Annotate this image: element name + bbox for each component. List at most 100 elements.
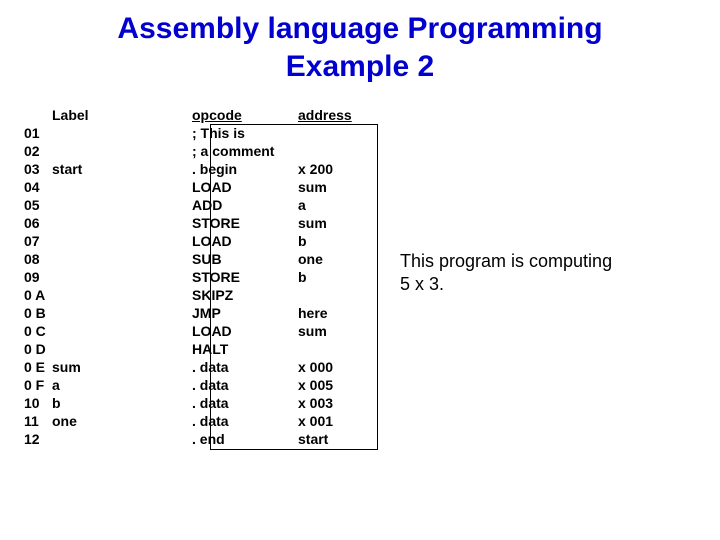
cell-opcode: LOAD (192, 232, 298, 250)
cell-address: x 000 (298, 358, 374, 376)
cell-linenum: 11 (24, 412, 52, 430)
table-row: 0 ASKIPZ (24, 286, 374, 304)
cell-address: b (298, 268, 374, 286)
caption: This program is computing 5 x 3. (400, 250, 612, 295)
cell-label (52, 196, 192, 214)
table-row: 05 ADDa (24, 196, 374, 214)
cell-address: one (298, 250, 374, 268)
cell-address: here (298, 304, 374, 322)
cell-address (298, 124, 374, 142)
col-label-header: Label (52, 106, 192, 124)
table-row: 0 Fa. datax 005 (24, 376, 374, 394)
cell-address (298, 286, 374, 304)
cell-opcode: . data (192, 412, 298, 430)
cell-address: sum (298, 214, 374, 232)
cell-linenum: 0 C (24, 322, 52, 340)
cell-opcode: . data (192, 358, 298, 376)
cell-linenum: 10 (24, 394, 52, 412)
cell-address: a (298, 196, 374, 214)
cell-label: b (52, 394, 192, 412)
cell-linenum: 03 (24, 160, 52, 178)
cell-label: a (52, 376, 192, 394)
table-row: 08 SUBone (24, 250, 374, 268)
table-row: 11one. datax 001 (24, 412, 374, 430)
cell-address: x 005 (298, 376, 374, 394)
cell-linenum: 0 F (24, 376, 52, 394)
cell-linenum: 05 (24, 196, 52, 214)
cell-label (52, 268, 192, 286)
cell-linenum: 0 D (24, 340, 52, 358)
cell-opcode: SUB (192, 250, 298, 268)
col-opcode-header: opcode (192, 106, 298, 124)
cell-label (52, 178, 192, 196)
cell-address: x 001 (298, 412, 374, 430)
cell-label: one (52, 412, 192, 430)
table-row: 0 C LOADsum (24, 322, 374, 340)
cell-label (52, 250, 192, 268)
table-row: 0 Esum. datax 000 (24, 358, 374, 376)
cell-label (52, 124, 192, 142)
page-title: Assembly language Programming Example 2 (0, 10, 720, 85)
cell-label (52, 142, 192, 160)
cell-linenum: 0 A (24, 286, 52, 304)
cell-address (298, 340, 374, 358)
cell-address: b (298, 232, 374, 250)
cell-linenum: 12 (24, 430, 52, 448)
cell-linenum: 04 (24, 178, 52, 196)
col-address-header: address (298, 106, 374, 124)
cell-address: x 200 (298, 160, 374, 178)
cell-address: start (298, 430, 374, 448)
cell-address: sum (298, 322, 374, 340)
cell-linenum: 0 B (24, 304, 52, 322)
table-row: 10b. datax 003 (24, 394, 374, 412)
cell-linenum: 02 (24, 142, 52, 160)
table-row: 07 LOADb (24, 232, 374, 250)
cell-linenum: 09 (24, 268, 52, 286)
caption-line-1: This program is computing (400, 251, 612, 271)
cell-label (52, 322, 192, 340)
cell-opcode: STORE (192, 268, 298, 286)
code-listing: Label opcode address 01 ; This is 02 ; a co… (24, 106, 374, 448)
col-linenum-header (24, 106, 52, 124)
cell-linenum: 0 E (24, 358, 52, 376)
cell-label (52, 214, 192, 232)
cell-opcode: LOAD (192, 322, 298, 340)
title-line-1: Assembly language Programming (117, 12, 602, 45)
table-row: 06 STOREsum (24, 214, 374, 232)
table-row: 0 B JMPhere (24, 304, 374, 322)
slide: Assembly language Programming Example 2 … (0, 0, 720, 540)
code-listing-wrap: Label opcode address 01 ; This is 02 ; a co… (24, 106, 374, 448)
cell-linenum: 07 (24, 232, 52, 250)
cell-opcode: STORE (192, 214, 298, 232)
cell-label (52, 304, 192, 322)
table-row: 03start. beginx 200 (24, 160, 374, 178)
cell-address: x 003 (298, 394, 374, 412)
cell-linenum: 01 (24, 124, 52, 142)
cell-opcode: ; a comment (192, 142, 298, 160)
cell-opcode: . data (192, 376, 298, 394)
cell-opcode: HALT (192, 340, 298, 358)
cell-opcode: LOAD (192, 178, 298, 196)
table-header-row: Label opcode address (24, 106, 374, 124)
cell-linenum: 08 (24, 250, 52, 268)
cell-opcode: . begin (192, 160, 298, 178)
cell-label (52, 430, 192, 448)
cell-label (52, 286, 192, 304)
cell-label: start (52, 160, 192, 178)
cell-opcode: . end (192, 430, 298, 448)
cell-label (52, 232, 192, 250)
cell-label (52, 340, 192, 358)
cell-address (298, 142, 374, 160)
cell-linenum: 06 (24, 214, 52, 232)
table-row: 02 ; a comment (24, 142, 374, 160)
cell-address: sum (298, 178, 374, 196)
caption-line-2: 5 x 3. (400, 274, 444, 294)
title-line-2: Example 2 (286, 50, 434, 83)
table-row: 0 D HALT (24, 340, 374, 358)
cell-opcode: . data (192, 394, 298, 412)
table-row: 01 ; This is (24, 124, 374, 142)
cell-opcode: ; This is (192, 124, 298, 142)
cell-opcode: JMP (192, 304, 298, 322)
cell-opcode: ADD (192, 196, 298, 214)
table-row: 09 STOREb (24, 268, 374, 286)
